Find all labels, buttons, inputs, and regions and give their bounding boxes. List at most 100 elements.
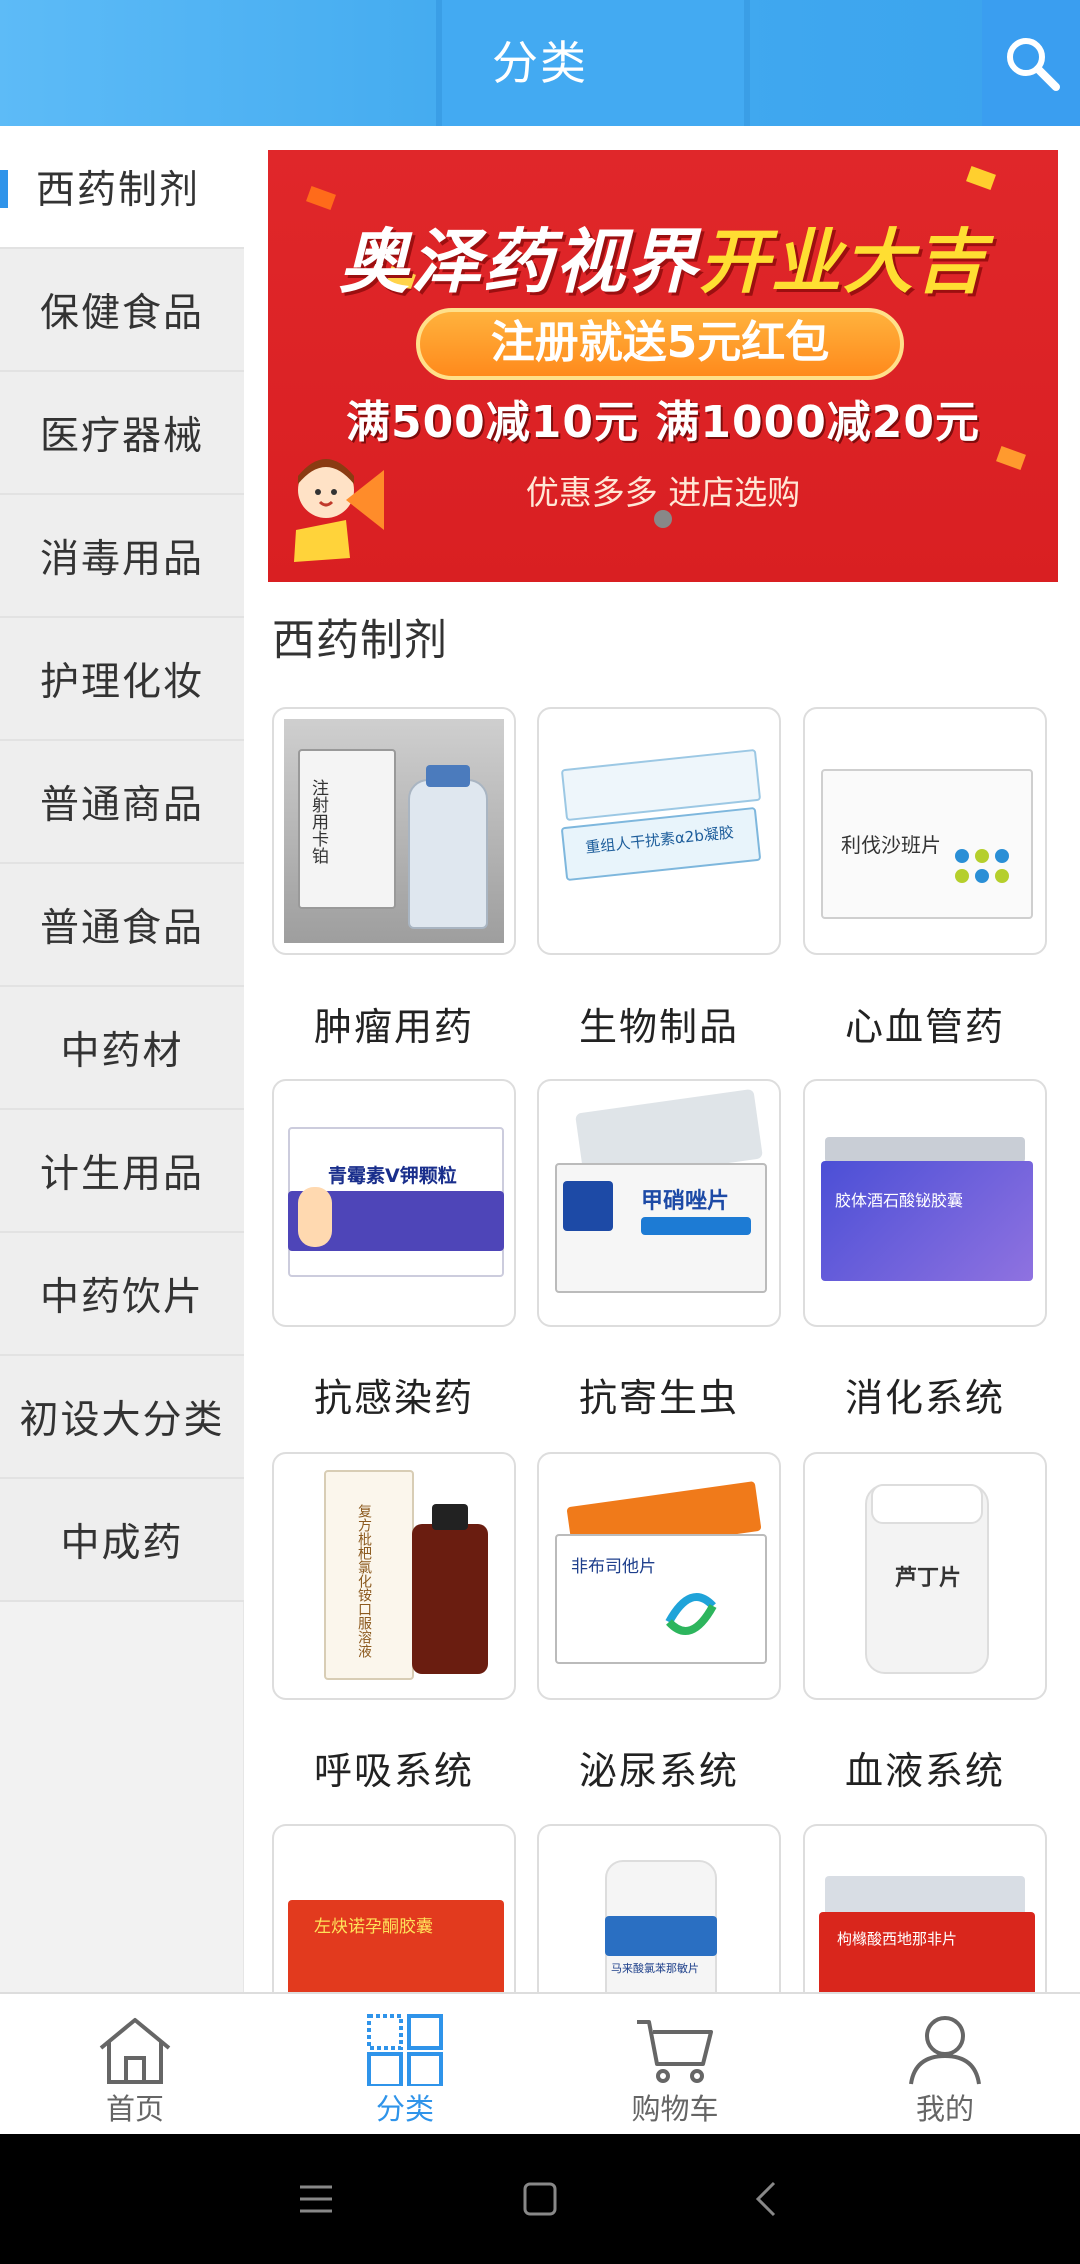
banner-headline-white: 奥泽药视界 [339, 221, 699, 303]
sidebar-item-label: 医疗器械 [39, 413, 204, 459]
tab-cart[interactable]: 购物车 [540, 1994, 810, 2136]
sidebar-item-herbal-materials[interactable]: 中药材 [0, 987, 244, 1110]
product-image: 左炔诺孕酮胶囊 [284, 1836, 504, 1992]
category-sidebar: 西药制剂 保健食品 医疗器械 消毒用品 护理化妆 普通商品 普通食品 中药材 计… [0, 126, 244, 1992]
home-square-icon[interactable] [520, 2179, 560, 2219]
product-box-text: 甲硝唑片 [641, 1189, 730, 1214]
product-image: 复方枇杷氯化铵口服溶液 [284, 1464, 504, 1688]
product-box-text: 枸橼酸西地那非片 [837, 1930, 958, 1948]
sidebar-item-label: 中成药 [60, 1520, 184, 1566]
product-card-anti-infective[interactable]: 青霉素V钾颗粒 [272, 1079, 516, 1327]
sidebar-item-label: 初设大分类 [19, 1397, 225, 1443]
page-title: 分类 [492, 36, 588, 90]
search-button[interactable] [982, 0, 1080, 126]
banner-coupon-pill: 注册就送5元红包 [416, 308, 904, 380]
syrup-bottle [412, 1524, 488, 1674]
tab-mine[interactable]: 我的 [810, 1994, 1080, 2136]
sidebar-item-general-food[interactable]: 普通食品 [0, 864, 244, 987]
product-card-blood[interactable]: 芦丁片 [803, 1452, 1047, 1700]
vial-cap [426, 765, 470, 787]
product-card-respiratory[interactable]: 复方枇杷氯化铵口服溶液 [272, 1452, 516, 1700]
sidebar-item-chinese-patent-medicine[interactable]: 中成药 [0, 1479, 244, 1602]
active-marker [0, 170, 8, 208]
sidebar-item-label: 普通食品 [39, 905, 204, 951]
tab-category[interactable]: 分类 [270, 1994, 540, 2136]
banner-discount-text: 满500减10元 满1000减20元 [345, 397, 981, 448]
product-box-text: 注射用卡铂 [308, 779, 328, 864]
sidebar-item-label: 计生用品 [39, 1151, 204, 1197]
tab-label: 购物车 [631, 2092, 719, 2126]
product-image: 枸橼酸西地那非片 [815, 1836, 1035, 1992]
carousel-indicator[interactable] [654, 510, 672, 528]
sidebar-item-label: 普通商品 [39, 782, 204, 828]
banner-headline-yellow: 开业大吉 [699, 221, 987, 303]
product-box-text: 左炔诺孕酮胶囊 [314, 1917, 433, 1937]
tab-label: 分类 [375, 2092, 434, 2126]
promo-banner[interactable]: 奥泽药视界开业大吉 注册就送5元红包 满500减10元 满1000减20元 优惠… [268, 150, 1058, 582]
product-label: 抗寄生虫 [578, 1376, 739, 1420]
sidebar-item-herbal-slices[interactable]: 中药饮片 [0, 1233, 244, 1356]
product-box-stripe [641, 1217, 751, 1235]
product-card[interactable]: 马来酸氯苯那敏片 [537, 1824, 781, 1992]
product-box [819, 1912, 1035, 1992]
grid-icon [367, 2014, 443, 2086]
product-image: 重组人干扰素α2b凝胶 [549, 719, 769, 943]
product-card-cardiovascular[interactable]: 利伐沙班片 [803, 707, 1047, 955]
product-box-text: 复方枇杷氯化铵口服溶液 [356, 1504, 372, 1658]
sidebar-item-label: 消毒用品 [39, 536, 204, 582]
product-card[interactable]: 左炔诺孕酮胶囊 [272, 1824, 516, 1992]
blister-pack [825, 1876, 1025, 1916]
product-card-biologics[interactable]: 重组人干扰素α2b凝胶 [537, 707, 781, 955]
sidebar-item-label: 中药饮片 [39, 1274, 204, 1320]
tablet-dot [975, 869, 989, 883]
tab-label: 我的 [915, 2092, 974, 2126]
product-card-digestive[interactable]: 胶体酒石酸铋胶囊 [803, 1079, 1047, 1327]
product-image: 利伐沙班片 [815, 719, 1035, 943]
product-image: 甲硝唑片 [549, 1088, 769, 1315]
product-label: 消化系统 [844, 1376, 1005, 1420]
blister-pack [825, 1137, 1025, 1163]
product-card-urinary[interactable]: 非布司他片 [537, 1452, 781, 1700]
sidebar-item-family-planning[interactable]: 计生用品 [0, 1110, 244, 1233]
product-box-text: 青霉素V钾颗粒 [328, 1165, 457, 1187]
brand-logo [563, 1181, 613, 1231]
sidebar-item-health-food[interactable]: 保健食品 [0, 249, 244, 372]
mascot [298, 1187, 332, 1247]
product-label: 呼吸系统 [313, 1749, 474, 1793]
tab-label: 首页 [105, 2092, 164, 2126]
tab-home[interactable]: 首页 [0, 1994, 270, 2136]
product-image: 马来酸氯苯那敏片 [549, 1836, 769, 1992]
confetti-decoration [966, 166, 996, 190]
bottle-cap [871, 1484, 983, 1524]
product-card[interactable]: 枸橼酸西地那非片 [803, 1824, 1047, 1992]
banner-subtext: 优惠多多 进店选购 [525, 473, 801, 512]
product-image: 非布司他片 [549, 1464, 769, 1688]
cart-icon [637, 2020, 713, 2083]
product-label: 血液系统 [844, 1749, 1005, 1793]
sidebar-item-general-goods[interactable]: 普通商品 [0, 741, 244, 864]
sidebar-item-label: 西药制剂 [36, 167, 201, 213]
sidebar-item-label: 中药材 [60, 1028, 184, 1074]
sidebar-item-disinfection[interactable]: 消毒用品 [0, 495, 244, 618]
sidebar-item-care-cosmetics[interactable]: 护理化妆 [0, 618, 244, 741]
vial [408, 779, 488, 929]
product-card-oncology[interactable]: 注射用卡铂 [272, 707, 516, 955]
product-card-antiparasitic[interactable]: 甲硝唑片 [537, 1079, 781, 1327]
home-icon [99, 2018, 171, 2084]
search-icon [1007, 38, 1060, 91]
sidebar-item-label: 保健食品 [39, 290, 204, 336]
product-label: 生物制品 [578, 1005, 739, 1049]
product-box-text: 胶体酒石酸铋胶囊 [835, 1191, 964, 1210]
sidebar-item-label: 护理化妆 [39, 659, 204, 705]
sidebar-item-medical-devices[interactable]: 医疗器械 [0, 372, 244, 495]
tablet-dot [995, 849, 1009, 863]
back-icon[interactable] [748, 2179, 788, 2219]
section-title: 西药制剂 [272, 616, 448, 666]
menu-icon[interactable] [296, 2179, 336, 2219]
sidebar-item-initial-category[interactable]: 初设大分类 [0, 1356, 244, 1479]
product-image: 胶体酒石酸铋胶囊 [815, 1091, 1035, 1315]
sidebar-item-western-medicine[interactable]: 西药制剂 [0, 126, 244, 249]
product-label: 泌尿系统 [578, 1749, 739, 1793]
product-label: 抗感染药 [313, 1376, 474, 1420]
product-image: 芦丁片 [815, 1464, 1035, 1688]
